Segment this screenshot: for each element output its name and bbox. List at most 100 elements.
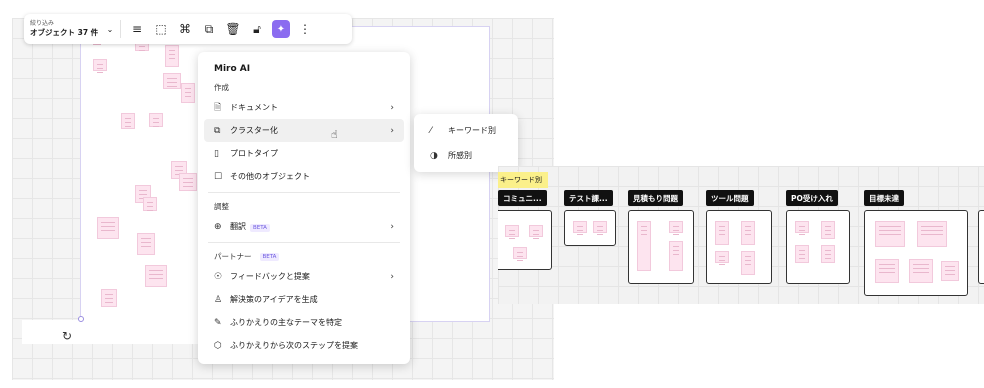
menu-item-feedback[interactable]: ☉ フィードバックと提案 › (204, 265, 404, 288)
cluster-label[interactable]: 目標未達 (864, 190, 904, 206)
sticky-note[interactable] (741, 221, 755, 245)
chevron-right-icon: › (390, 221, 394, 232)
pen-icon: ✎ (214, 317, 222, 328)
beta-badge: BETA (259, 252, 280, 261)
sticky-note[interactable] (795, 221, 809, 233)
sticky-note[interactable] (821, 245, 835, 263)
chevron-down-icon[interactable]: ⌄ (104, 25, 116, 34)
align-left-icon[interactable]: ≡ (125, 17, 149, 41)
cluster-box[interactable] (564, 210, 616, 246)
sticky-note[interactable] (917, 221, 947, 247)
menu-item-generate-ideas[interactable]: ♙ 解決策のアイデアを生成 (204, 288, 404, 311)
sticky-note[interactable] (795, 245, 809, 263)
sticky-note[interactable] (573, 221, 587, 233)
submenu-item-by-keyword[interactable]: ⁄ キーワード別 (420, 118, 512, 143)
cluster-label[interactable]: ツール問題 (706, 190, 754, 206)
object-count: オブジェクト 37 件 (30, 28, 99, 37)
cluster-label[interactable]: テスト課... (564, 190, 613, 206)
sticky-note[interactable] (669, 221, 683, 233)
cluster-icon: ⧉ (214, 125, 221, 136)
sticky-note[interactable] (821, 221, 835, 239)
feedback-icon: ☉ (214, 271, 223, 282)
duplicate-icon[interactable]: ⧉ (197, 17, 221, 41)
menu-item-other-objects[interactable]: ☐ その他のオブジェクト (204, 165, 404, 188)
section-create: 作成 (214, 83, 229, 92)
menu-item-cluster[interactable]: ⧉ クラスター化 › (204, 119, 404, 142)
menu-item-label: 解決策のアイデアを生成 (230, 295, 318, 304)
cluster-group-tag[interactable]: キーワード別 (498, 172, 548, 188)
menu-item-identify-themes[interactable]: ✎ ふりかえりの主なテーマを特定 (204, 311, 404, 334)
menu-item-label: プロトタイプ (230, 149, 278, 158)
sticky-note[interactable] (529, 225, 543, 237)
cluster-label[interactable]: 見積もり問題 (628, 190, 683, 206)
filter-button[interactable]: 絞り込み オブジェクト 37 件 (30, 20, 104, 38)
menu-item-label: その他のオブジェクト (230, 172, 310, 181)
rotate-icon[interactable]: ↻ (62, 330, 74, 342)
sticky-note[interactable] (875, 259, 899, 283)
selection-toolbar: 絞り込み オブジェクト 37 件 ⌄ ≡ ⬚ ⌘ ⧉ 🗑︎ 🔓︎ ✦ ⋮ (24, 14, 352, 44)
cluster-box[interactable] (864, 210, 968, 296)
pointer-hand-icon: ☝︎ (331, 128, 338, 141)
globe-icon: ⊕ (214, 221, 222, 232)
menu-item-label: ふりかえりの主なテーマを特定 (230, 318, 342, 327)
submenu-item-by-sentiment[interactable]: ◑ 所感別 (420, 143, 512, 168)
sticky-note[interactable] (669, 241, 683, 271)
sticky-note[interactable] (909, 259, 933, 283)
format-painter-icon[interactable]: ⌘ (173, 17, 197, 41)
sticky-note[interactable] (875, 221, 905, 247)
prototype-icon: ▯ (214, 148, 219, 159)
cluster-submenu: ⁄ キーワード別 ◑ 所感別 (414, 114, 518, 172)
sentiment-icon: ◑ (430, 150, 438, 161)
ai-menu-title: Miro AI (214, 64, 251, 74)
cluster-label[interactable]: コミュニ... (498, 190, 547, 206)
sticky-note[interactable] (93, 59, 107, 71)
sticky-note[interactable] (143, 197, 157, 211)
sticky-note[interactable] (513, 247, 527, 259)
chevron-right-icon: › (390, 271, 394, 282)
sticky-note[interactable] (637, 221, 651, 271)
sticky-note[interactable] (163, 73, 181, 89)
sticky-note[interactable] (101, 289, 117, 307)
more-icon[interactable]: ⋮ (293, 17, 317, 41)
sticky-note[interactable] (179, 173, 197, 191)
sticky-note[interactable] (593, 221, 607, 233)
ai-menu: Miro AI 作成 🗎︎ ドキュメント › ⧉ クラスター化 › ▯ プロトタ… (198, 52, 410, 364)
sticky-note[interactable] (741, 251, 755, 275)
menu-item-translate[interactable]: ⊕ 翻訳 BETA › (204, 215, 404, 238)
sticky-note[interactable] (97, 217, 119, 239)
menu-item-next-steps[interactable]: ⬡ ふりかえりから次のステップを提案 (204, 334, 404, 357)
cluster-box[interactable] (706, 210, 772, 284)
cluster-label[interactable]: PO受け入れ (786, 190, 838, 206)
sticky-note[interactable] (715, 221, 729, 245)
sticky-note[interactable] (137, 233, 155, 255)
sticky-note[interactable] (165, 45, 179, 67)
menu-divider (208, 192, 400, 193)
selection-corner-handle[interactable] (78, 316, 84, 322)
ai-sparkle-icon[interactable]: ✦ (272, 20, 290, 38)
menu-item-label: ドキュメント (230, 103, 278, 112)
select-frame-icon[interactable]: ⬚ (149, 17, 173, 41)
sticky-note[interactable] (505, 225, 519, 237)
cluster-box[interactable] (498, 210, 552, 270)
sticky-note[interactable] (121, 113, 135, 129)
chevron-right-icon: › (390, 125, 394, 136)
menu-item-prototype[interactable]: ▯ プロトタイプ (204, 142, 404, 165)
sticky-note[interactable] (715, 251, 729, 263)
cluster-box[interactable] (786, 210, 850, 284)
unlock-icon[interactable]: 🔓︎ (245, 17, 269, 41)
beta-badge: BETA (250, 224, 270, 232)
cluster-box[interactable] (978, 210, 984, 284)
menu-item-document[interactable]: 🗎︎ ドキュメント › (204, 96, 404, 119)
menu-item-label: 翻訳 (230, 222, 246, 231)
sticky-note[interactable] (145, 265, 167, 287)
toolbar-divider (120, 20, 121, 38)
sticky-note[interactable] (181, 83, 195, 103)
board-canvas-right[interactable]: キーワード別 コミュニ... テスト課... 見積もり問題 ツール問題 PO受け… (498, 166, 984, 304)
sticky-note[interactable] (149, 113, 163, 127)
submenu-item-label: 所感別 (448, 151, 472, 160)
cluster-box[interactable] (628, 210, 694, 284)
trash-icon[interactable]: 🗑︎ (221, 17, 245, 41)
section-partner: パートナー BETA (204, 247, 404, 265)
sticky-note[interactable] (941, 261, 959, 281)
document-icon: 🗎︎ (214, 102, 222, 113)
